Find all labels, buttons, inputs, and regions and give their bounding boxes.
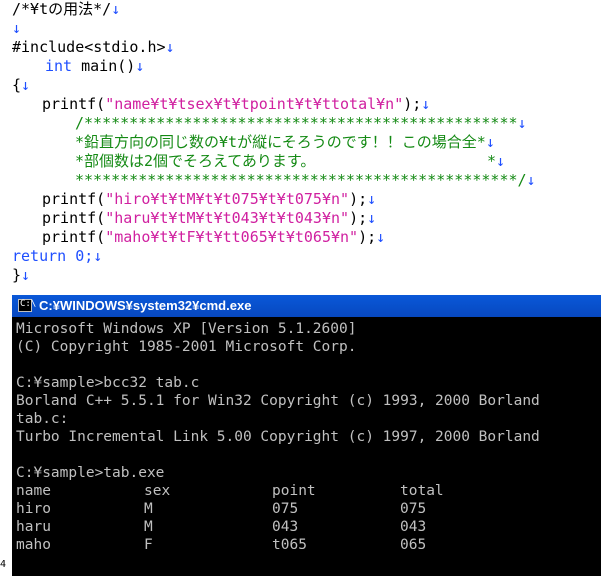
table-cell: 065 — [400, 537, 427, 553]
code-editor[interactable]: /*¥tの用法*/↓ ↓ #include<stdio.h>↓ int main… — [0, 0, 601, 290]
table-cell: M — [144, 501, 153, 517]
console-icon-label: C:\ — [20, 299, 37, 309]
newline-icon: ↓ — [111, 0, 121, 18]
console-icon[interactable]: C:\ — [18, 299, 36, 312]
code-line: return 0;↓ — [12, 247, 102, 266]
console-line: Microsoft Windows XP [Version 5.1.2600] — [16, 321, 357, 337]
table-cell: total — [400, 483, 444, 499]
console-line: tab.c: — [16, 411, 69, 427]
code-line: #include<stdio.h>↓ — [12, 38, 175, 57]
corner-label: 4 — [0, 559, 7, 570]
code-line: ↓ — [12, 19, 21, 38]
code-line: }↓ — [12, 266, 30, 285]
table-cell: M — [144, 519, 153, 535]
statement-end: ); — [358, 228, 377, 246]
table-cell: t065 — [272, 537, 307, 553]
table-cell: F — [144, 537, 153, 553]
newline-icon: ↓ — [367, 190, 377, 208]
comment-text: *部個数は2個でそろえてあります。 * — [75, 152, 496, 170]
comment-text: *鉛直方向の同じ数の¥tが縦にそろうのです！！この場合全* — [75, 133, 486, 151]
printf-call: printf( — [42, 190, 106, 208]
newline-icon: ↓ — [21, 76, 31, 94]
newline-icon: ↓ — [485, 133, 495, 151]
include-directive: #include<stdio.h> — [12, 38, 166, 56]
code-line: int main()↓ — [45, 57, 144, 76]
string-literal: "haru¥t¥tM¥t¥t043¥t¥t043¥n" — [105, 209, 350, 227]
editor-left-margin — [0, 290, 12, 576]
newline-icon: ↓ — [135, 57, 145, 75]
newline-icon: ↓ — [421, 95, 431, 113]
newline-icon: ↓ — [93, 247, 103, 265]
newline-icon: ↓ — [21, 266, 31, 284]
code-line: printf("haru¥t¥tM¥t¥t043¥t¥t043¥n");↓ — [42, 209, 376, 228]
code-line: *鉛直方向の同じ数の¥tが縦にそろうのです！！この場合全*↓ — [75, 133, 495, 152]
code-line: printf("maho¥t¥tF¥t¥tt065¥t¥t065¥n");↓ — [42, 228, 385, 247]
close-brace: } — [12, 266, 22, 284]
table-cell: 075 — [400, 501, 427, 517]
statement-end: ); — [349, 209, 368, 227]
console-line: Borland C++ 5.5.1 for Win32 Copyright (c… — [16, 393, 540, 409]
string-literal: "maho¥t¥tF¥t¥tt065¥t¥t065¥n" — [105, 228, 359, 246]
table-cell: hiro — [16, 501, 51, 517]
comment-text: /***************************************… — [75, 114, 518, 132]
keyword-int: int — [45, 57, 73, 75]
return-statement: return 0; — [12, 247, 94, 265]
console-line: (C) Copyright 1985-2001 Microsoft Corp. — [16, 339, 357, 355]
statement-end: ); — [403, 95, 422, 113]
code-line: printf("name¥t¥tsex¥t¥tpoint¥t¥ttotal¥n"… — [42, 95, 430, 114]
window-titlebar[interactable]: C:\ C:¥WINDOWS¥system32¥cmd.exe — [12, 295, 601, 317]
newline-icon: ↓ — [12, 19, 22, 37]
printf-call: printf( — [42, 209, 106, 227]
table-cell: point — [272, 483, 316, 499]
console-line: Turbo Incremental Link 5.00 Copyright (c… — [16, 429, 540, 445]
table-cell: 043 — [400, 519, 427, 535]
string-literal: "hiro¥t¥tM¥t¥t075¥t¥t075¥n" — [105, 190, 350, 208]
comment-text: /*¥tの用法*/ — [12, 0, 112, 18]
table-cell: 075 — [272, 501, 299, 517]
cmd-window[interactable]: C:\ C:¥WINDOWS¥system32¥cmd.exe Microsof… — [12, 295, 601, 576]
comment-text: ****************************************… — [75, 171, 527, 189]
newline-icon: ↓ — [367, 209, 377, 227]
code-line: *部個数は2個でそろえてあります。 *↓ — [75, 152, 505, 171]
newline-icon: ↓ — [376, 228, 386, 246]
printf-call: printf( — [42, 228, 106, 246]
table-cell: sex — [144, 483, 171, 499]
code-line: /***************************************… — [75, 114, 527, 133]
newline-icon: ↓ — [526, 171, 536, 189]
newline-icon: ↓ — [495, 152, 506, 170]
statement-end: ); — [349, 190, 368, 208]
table-cell: name — [16, 483, 51, 499]
code-line: ****************************************… — [75, 171, 536, 190]
function-signature: main() — [72, 57, 136, 75]
table-cell: 043 — [272, 519, 299, 535]
window-title: C:¥WINDOWS¥system32¥cmd.exe — [39, 298, 252, 313]
printf-call: printf( — [42, 95, 106, 113]
code-line: printf("hiro¥t¥tM¥t¥t075¥t¥t075¥n");↓ — [42, 190, 376, 209]
open-brace: { — [12, 76, 22, 94]
string-literal: "name¥t¥tsex¥t¥tpoint¥t¥ttotal¥n" — [105, 95, 404, 113]
code-line: /*¥tの用法*/↓ — [12, 0, 120, 19]
newline-icon: ↓ — [517, 114, 527, 132]
console-line: C:¥sample>tab.exe — [16, 465, 165, 481]
console-output[interactable]: Microsoft Windows XP [Version 5.1.2600] … — [12, 317, 601, 576]
table-cell: haru — [16, 519, 51, 535]
newline-icon: ↓ — [165, 38, 175, 56]
code-line: {↓ — [12, 76, 30, 95]
table-cell: maho — [16, 537, 51, 553]
console-line: C:¥sample>bcc32 tab.c — [16, 375, 200, 391]
